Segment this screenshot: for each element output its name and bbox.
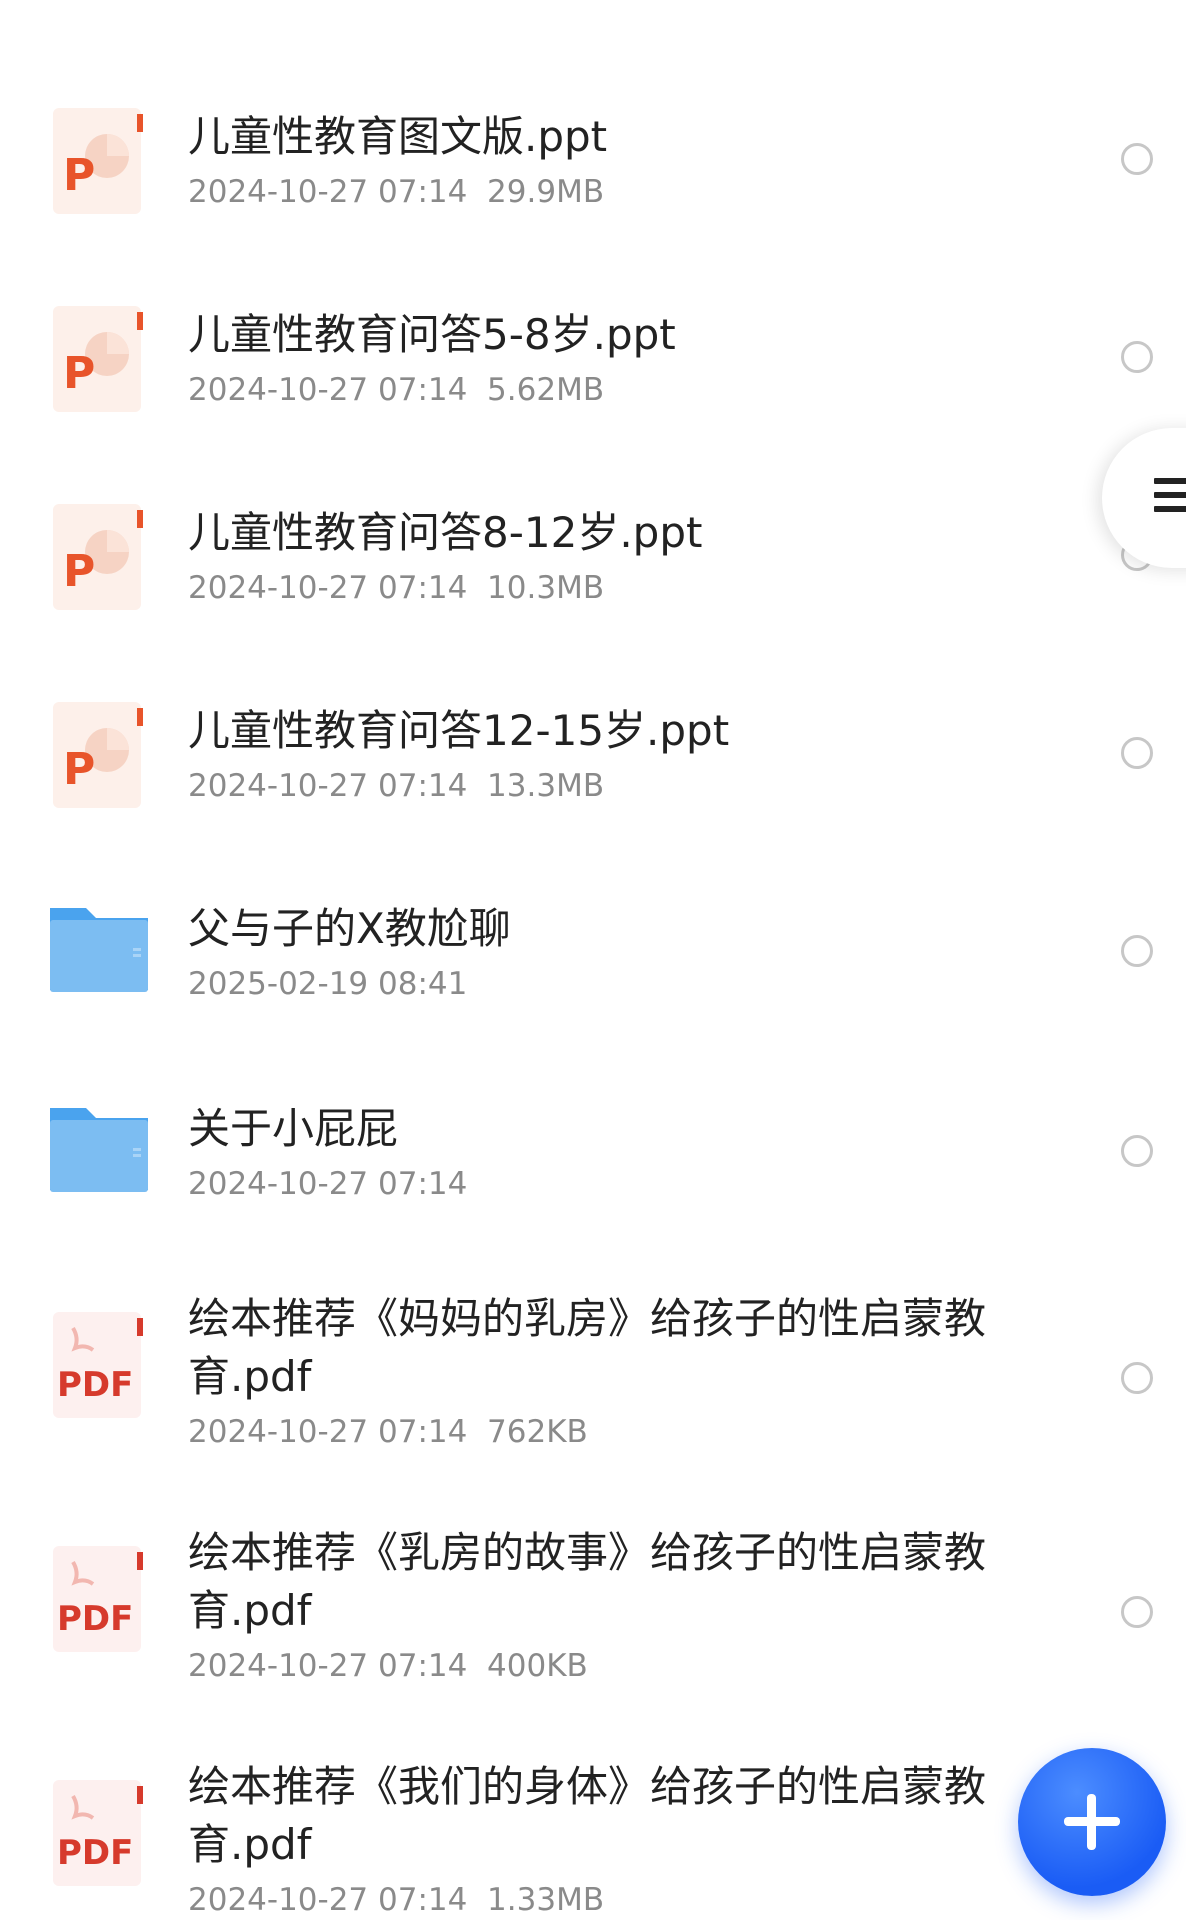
pdf-file-icon: PDF xyxy=(45,1776,155,1886)
list-item[interactable]: 父与子的X教尬聊 2025-02-19 08:41 xyxy=(0,882,1186,1032)
pdf-file-icon: PDF xyxy=(45,1308,155,1418)
ppt-file-icon: P xyxy=(45,302,155,412)
file-name: 儿童性教育问答12-15岁.ppt xyxy=(188,706,730,755)
menu-icon xyxy=(1154,478,1186,520)
ppt-icon-label: P xyxy=(63,348,95,399)
ppt-file-icon: P xyxy=(45,104,155,214)
file-name: 绘本推荐《妈妈的乳房》给孩子的性启蒙教育.pdf xyxy=(188,1294,987,1401)
file-name: 儿童性教育图文版.ppt xyxy=(188,112,608,161)
select-radio[interactable] xyxy=(1121,341,1153,373)
folder-icon xyxy=(45,1098,155,1208)
select-radio[interactable] xyxy=(1121,1596,1153,1628)
file-meta: 2024-10-27 07:14 400KB xyxy=(188,1648,588,1684)
list-item[interactable]: PDF 绘本推荐《妈妈的乳房》给孩子的性启蒙教育.pdf 2024-10-27 … xyxy=(0,1290,1186,1470)
pdf-icon-label: PDF xyxy=(57,1599,133,1639)
folder-icon xyxy=(45,898,155,1008)
folder-meta: 2025-02-19 08:41 xyxy=(188,966,468,1002)
select-radio[interactable] xyxy=(1121,935,1153,967)
select-radio[interactable] xyxy=(1121,1362,1153,1394)
file-name: 儿童性教育问答5-8岁.ppt xyxy=(188,310,676,359)
list-item[interactable]: P 儿童性教育问答5-8岁.ppt 2024-10-27 07:14 5.62M… xyxy=(0,288,1186,438)
file-meta: 2024-10-27 07:14 10.3MB xyxy=(188,570,605,606)
file-meta: 2024-10-27 07:14 5.62MB xyxy=(188,372,605,408)
file-meta: 2024-10-27 07:14 29.9MB xyxy=(188,174,605,210)
file-name: 儿童性教育问答8-12岁.ppt xyxy=(188,508,703,557)
pdf-icon-label: PDF xyxy=(57,1365,133,1405)
list-item[interactable]: PDF 绘本推荐《我们的身体》给孩子的性启蒙教育.pdf 2024-10-27 … xyxy=(0,1758,1186,1920)
pdf-icon-label: PDF xyxy=(57,1833,133,1873)
select-radio[interactable] xyxy=(1121,737,1153,769)
list-item[interactable]: 关于小屁屁 2024-10-27 07:14 xyxy=(0,1082,1186,1232)
list-item[interactable]: P 儿童性教育问答8-12岁.ppt 2024-10-27 07:14 10.3… xyxy=(0,486,1186,636)
file-meta: 2024-10-27 07:14 762KB xyxy=(188,1414,588,1450)
select-radio[interactable] xyxy=(1121,143,1153,175)
list-item[interactable]: PDF 绘本推荐《乳房的故事》给孩子的性启蒙教育.pdf 2024-10-27 … xyxy=(0,1524,1186,1704)
add-button[interactable] xyxy=(1018,1748,1166,1896)
file-meta: 2024-10-27 07:14 1.33MB xyxy=(188,1882,605,1918)
folder-name: 关于小屁屁 xyxy=(188,1104,399,1153)
ppt-icon-label: P xyxy=(63,744,95,795)
ppt-icon-label: P xyxy=(63,546,95,597)
ppt-icon-label: P xyxy=(63,150,95,201)
folder-name: 父与子的X教尬聊 xyxy=(188,904,511,953)
ppt-file-icon: P xyxy=(45,698,155,808)
file-name: 绘本推荐《乳房的故事》给孩子的性启蒙教育.pdf xyxy=(188,1528,987,1635)
file-meta: 2024-10-27 07:14 13.3MB xyxy=(188,768,605,804)
list-item[interactable]: P 儿童性教育问答12-15岁.ppt 2024-10-27 07:14 13.… xyxy=(0,684,1186,834)
folder-meta: 2024-10-27 07:14 xyxy=(188,1166,468,1202)
list-item[interactable]: P 儿童性教育图文版.ppt 2024-10-27 07:14 29.9MB xyxy=(0,90,1186,240)
select-radio[interactable] xyxy=(1121,1135,1153,1167)
file-name: 绘本推荐《我们的身体》给孩子的性启蒙教育.pdf xyxy=(188,1762,987,1869)
ppt-file-icon: P xyxy=(45,500,155,610)
pdf-file-icon: PDF xyxy=(45,1542,155,1652)
